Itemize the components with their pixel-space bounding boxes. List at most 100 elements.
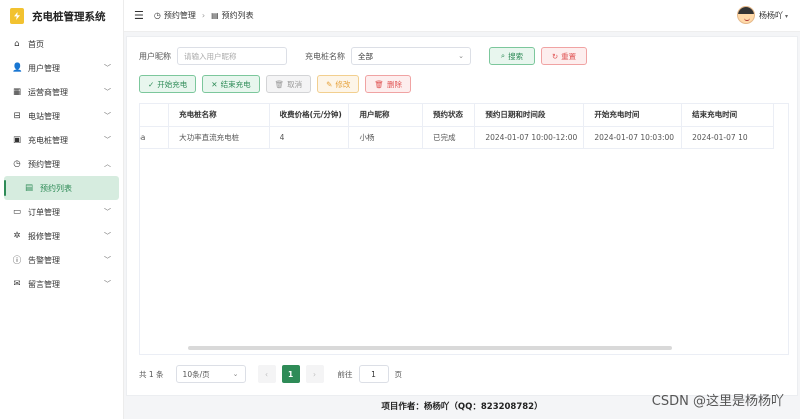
sidebar-item-label: 预约管理: [28, 159, 60, 169]
chevron-down-icon: ﹀: [104, 64, 111, 72]
username-label: 用户昵称: [139, 51, 171, 61]
username-search-input[interactable]: 请输入用户昵称: [177, 47, 287, 65]
sidebar-item-label: 电站管理: [28, 111, 60, 121]
page-size-value: 10条/页: [182, 369, 210, 379]
reset-button[interactable]: ↻ 重置: [541, 47, 587, 65]
column-header: 结束充电时间: [681, 104, 774, 127]
sidebar-item-7[interactable]: ▭ 订单管理 ﹀: [0, 200, 123, 224]
prev-page-button[interactable]: ‹: [257, 365, 276, 383]
sidebar-item-5[interactable]: ◷ 预约管理 ︿: [0, 152, 123, 176]
sidebar-item-label: 充电桩管理: [28, 135, 68, 145]
edit-button[interactable]: ✎ 修改: [317, 75, 360, 93]
sidebar-item-label: 订单管理: [28, 207, 60, 217]
brand-title: 充电桩管理系统: [32, 10, 106, 23]
end-charging-button[interactable]: ✕ 结束充电: [202, 75, 260, 93]
action-toolbar: ✓ 开始充电 ✕ 结束充电 🗑 取消 ✎ 修改 🗑 删除: [139, 75, 411, 93]
search-icon: ⌕: [500, 51, 506, 60]
sidebar-item-3[interactable]: ⊟ 电站管理 ﹀: [0, 104, 123, 128]
end-charging-label: 结束充电: [220, 79, 251, 89]
search-button[interactable]: ⌕ 搜索: [489, 47, 535, 65]
pile-name-select-value: 全部: [358, 51, 373, 61]
chevron-up-icon: ︿: [104, 160, 111, 168]
sidebar-item-label: 用户管理: [28, 63, 60, 73]
reservation-table: 充电桩名称 收费价格(元/分钟) 用户昵称 预约状态 预约日期和时间段 开始充电…: [139, 103, 789, 355]
horizontal-scrollbar[interactable]: [188, 346, 672, 350]
pile-icon: ▣: [12, 135, 22, 145]
column-header: 预约状态: [422, 104, 476, 127]
page-unit-label: 页: [394, 369, 403, 379]
search-form: 用户昵称 请输入用户昵称 充电桩名称 全部 ⌄ ⌕ 搜索 ↻ 重置: [139, 47, 587, 65]
chevron-down-icon: ▾: [784, 12, 788, 20]
building-icon: ▦: [12, 87, 22, 97]
user-icon: 👤: [12, 63, 23, 73]
pile-name-label: 充电桩名称: [305, 51, 345, 61]
breadcrumb-separator-icon: ›: [201, 11, 206, 20]
trash-icon: 🗑: [274, 79, 285, 89]
sidebar: 充电桩管理系统 ⌂ 首页 👤 用户管理 ﹀ ▦ 运营商管理 ﹀ ⊟ 电站管理 ﹀ ▣ 充电桩管理 ﹀ ◷ 预约…: [0, 0, 124, 419]
main-panel: 用户昵称 请输入用户昵称 充电桩名称 全部 ⌄ ⌕ 搜索 ↻ 重置 ✓ 开始充电 ✕ 结…: [126, 36, 798, 396]
message-icon: ✉: [13, 279, 21, 289]
table-cell: 小杨: [348, 126, 424, 149]
alarm-clock-icon: ◷: [153, 11, 161, 20]
username: 杨杨吖: [758, 10, 783, 20]
table-cell: 4: [269, 126, 350, 149]
delete-button[interactable]: 🗑 删除: [365, 75, 411, 93]
active-indicator: [4, 180, 6, 196]
station-icon: ⊟: [13, 111, 21, 121]
avatar[interactable]: [736, 6, 755, 24]
table-cell: 2024-01-07 10:00-12:00: [474, 126, 585, 149]
delete-label: 删除: [386, 79, 402, 89]
user-menu[interactable]: 杨杨吖 ▾: [736, 6, 788, 24]
chevron-down-icon: ⌄: [232, 370, 239, 378]
username-dropdown[interactable]: 杨杨吖 ▾: [759, 10, 788, 21]
page-size-select[interactable]: 10条/页 ⌄: [175, 365, 246, 383]
table-cell: 2024-01-07 10: [681, 126, 774, 149]
start-charging-label: 开始充电: [157, 79, 188, 89]
table-cell: 大功率直流充电桩: [168, 126, 270, 149]
goto-page-input[interactable]: 1: [358, 365, 389, 383]
sidebar-item-label: 告警管理: [28, 255, 60, 265]
cancel-button[interactable]: 🗑 取消: [265, 75, 312, 93]
sidebar-item-4[interactable]: ▣ 充电桩管理 ﹀: [0, 128, 123, 152]
sidebar-item-label: 运营商管理: [28, 87, 68, 97]
page-number-button[interactable]: 1: [281, 365, 300, 383]
sidebar-menu: ⌂ 首页 👤 用户管理 ﹀ ▦ 运营商管理 ﹀ ⊟ 电站管理 ﹀ ▣ 充电桩管理 ﹀ ◷ 预约管理 ︿ ▤ 预约列表…: [0, 32, 123, 296]
list-icon: ▤: [211, 11, 219, 20]
order-icon: ▭: [12, 207, 22, 217]
table-cell: 已完成: [422, 126, 476, 149]
breadcrumb-item-list: 预约列表: [221, 11, 254, 20]
home-icon: ⌂: [14, 39, 20, 49]
close-icon: ✕: [211, 79, 218, 89]
total-count: 共 1 条: [139, 369, 164, 379]
edit-icon: ✎: [326, 79, 333, 89]
breadcrumb-item-reservation[interactable]: 预约管理: [164, 10, 196, 21]
top-header: ☰ ◷ 预约管理 › ▤ 预约列表 杨杨吖 ▾: [124, 0, 800, 32]
chevron-down-icon: ﹀: [104, 208, 111, 216]
sidebar-item-9[interactable]: ⓘ 告警管理 ﹀: [0, 248, 123, 272]
menu-toggle-icon[interactable]: ☰: [134, 9, 144, 22]
chevron-down-icon: ﹀: [104, 232, 111, 240]
sidebar-item-8[interactable]: ✲ 报修管理 ﹀: [0, 224, 123, 248]
chevron-down-icon: ﹀: [104, 256, 111, 264]
sidebar-item-0[interactable]: ⌂ 首页: [0, 32, 123, 56]
pile-name-select[interactable]: 全部 ⌄: [351, 47, 471, 65]
sidebar-item-1[interactable]: 👤 用户管理 ﹀: [0, 56, 123, 80]
next-page-button[interactable]: ›: [305, 365, 324, 383]
table-row[interactable]: Sa 大功率直流充电桩 4 小杨 已完成 2024-01-07 10:00-12…: [140, 126, 774, 149]
alert-icon: ⓘ: [12, 256, 22, 266]
table-header-row: 充电桩名称 收费价格(元/分钟) 用户昵称 预约状态 预约日期和时间段 开始充电…: [140, 104, 774, 127]
start-charging-button[interactable]: ✓ 开始充电: [139, 75, 197, 93]
breadcrumb: ◷ 预约管理 › ▤ 预约列表: [154, 10, 254, 21]
gear-icon: ✲: [13, 231, 21, 241]
sidebar-item-6[interactable]: ▤ 预约列表: [4, 176, 119, 200]
sidebar-item-label: 报修管理: [28, 231, 60, 241]
cancel-label: 取消: [287, 79, 303, 89]
alarm-clock-icon: ◷: [13, 159, 21, 169]
column-header: [140, 104, 170, 127]
column-header: 预约日期和时间段: [474, 104, 585, 127]
refresh-icon: ↻: [551, 51, 559, 61]
chevron-down-icon: ﹀: [104, 280, 111, 288]
sidebar-item-label: 预约列表: [40, 183, 72, 193]
sidebar-item-2[interactable]: ▦ 运营商管理 ﹀: [0, 80, 123, 104]
sidebar-item-10[interactable]: ✉ 留言管理 ﹀: [0, 272, 123, 296]
